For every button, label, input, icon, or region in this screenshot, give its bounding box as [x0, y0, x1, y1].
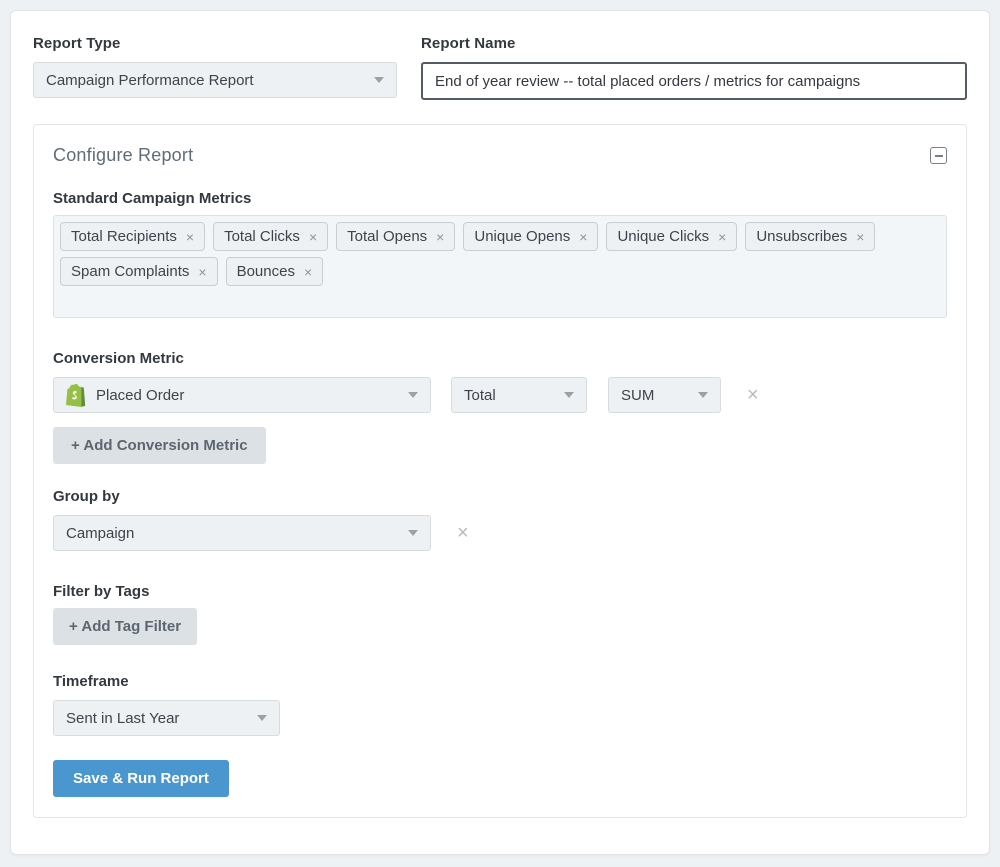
conversion-metric-select[interactable]: Placed Order — [53, 377, 431, 413]
conversion-aggregation-value: Total — [464, 387, 496, 404]
shopify-bag-icon — [66, 384, 86, 407]
timeframe-row: Sent in Last Year — [53, 700, 947, 736]
report-header-row: Report Type Campaign Performance Report … — [33, 35, 967, 100]
report-type-label: Report Type — [33, 35, 397, 52]
metric-tag: Unique Clicks × — [606, 222, 737, 251]
metric-tag: Unsubscribes × — [745, 222, 875, 251]
remove-tag-icon[interactable]: × — [198, 265, 206, 279]
remove-tag-icon[interactable]: × — [186, 230, 194, 244]
remove-conversion-metric-icon[interactable]: × — [747, 385, 759, 405]
group-by-label: Group by — [53, 488, 947, 505]
report-type-select[interactable]: Campaign Performance Report — [33, 62, 397, 98]
metric-tag: Total Opens × — [336, 222, 455, 251]
metric-tag-label: Total Opens — [347, 228, 427, 245]
configure-report-title: Configure Report — [53, 145, 193, 166]
metric-tag: Total Clicks × — [213, 222, 328, 251]
add-tag-filter-button[interactable]: + Add Tag Filter — [53, 608, 197, 645]
group-by-row: Campaign × — [53, 515, 947, 551]
remove-tag-icon[interactable]: × — [309, 230, 317, 244]
chevron-down-icon — [408, 392, 418, 398]
minus-square-icon[interactable] — [930, 147, 947, 164]
remove-tag-icon[interactable]: × — [856, 230, 864, 244]
conversion-function-value: SUM — [621, 387, 654, 404]
remove-tag-icon[interactable]: × — [436, 230, 444, 244]
configure-report-panel: Configure Report Standard Campaign Metri… — [33, 124, 967, 818]
report-name-input[interactable] — [421, 62, 967, 100]
conversion-metric-label: Conversion Metric — [53, 350, 947, 367]
chevron-down-icon — [374, 77, 384, 83]
metric-tag-label: Bounces — [237, 263, 295, 280]
metric-tag: Spam Complaints × — [60, 257, 218, 286]
metric-tags-input[interactable]: Total Recipients × Total Clicks × Total … — [53, 215, 947, 318]
metric-tag-label: Unique Opens — [474, 228, 570, 245]
chevron-down-icon — [257, 715, 267, 721]
conversion-metric-row: Placed Order Total SUM × — [53, 377, 947, 413]
timeframe-select[interactable]: Sent in Last Year — [53, 700, 280, 736]
remove-tag-icon[interactable]: × — [579, 230, 587, 244]
minus-glyph — [935, 155, 943, 157]
add-conversion-metric-button[interactable]: + Add Conversion Metric — [53, 427, 266, 464]
filter-by-tags-label: Filter by Tags — [53, 583, 947, 600]
metric-tag-label: Total Clicks — [224, 228, 300, 245]
chevron-down-icon — [564, 392, 574, 398]
report-builder-card: Report Type Campaign Performance Report … — [10, 10, 990, 855]
remove-group-by-icon[interactable]: × — [457, 523, 469, 543]
metric-tag: Total Recipients × — [60, 222, 205, 251]
conversion-metric-value: Placed Order — [96, 387, 184, 404]
conversion-function-select[interactable]: SUM — [608, 377, 721, 413]
chevron-down-icon — [408, 530, 418, 536]
standard-campaign-metrics-label: Standard Campaign Metrics — [53, 190, 947, 207]
conversion-aggregation-select[interactable]: Total — [451, 377, 587, 413]
metric-tag-label: Total Recipients — [71, 228, 177, 245]
remove-tag-icon[interactable]: × — [304, 265, 312, 279]
group-by-select[interactable]: Campaign — [53, 515, 431, 551]
report-type-value: Campaign Performance Report — [46, 72, 254, 89]
metric-tag-label: Unique Clicks — [617, 228, 709, 245]
chevron-down-icon — [698, 392, 708, 398]
timeframe-value: Sent in Last Year — [66, 710, 179, 727]
metric-tag: Bounces × — [226, 257, 324, 286]
timeframe-label: Timeframe — [53, 673, 947, 690]
metric-tag-label: Spam Complaints — [71, 263, 189, 280]
group-by-value: Campaign — [66, 525, 134, 542]
report-name-label: Report Name — [421, 35, 967, 52]
remove-tag-icon[interactable]: × — [718, 230, 726, 244]
metric-tag: Unique Opens × — [463, 222, 598, 251]
metric-tag-label: Unsubscribes — [756, 228, 847, 245]
save-run-report-button[interactable]: Save & Run Report — [53, 760, 229, 797]
